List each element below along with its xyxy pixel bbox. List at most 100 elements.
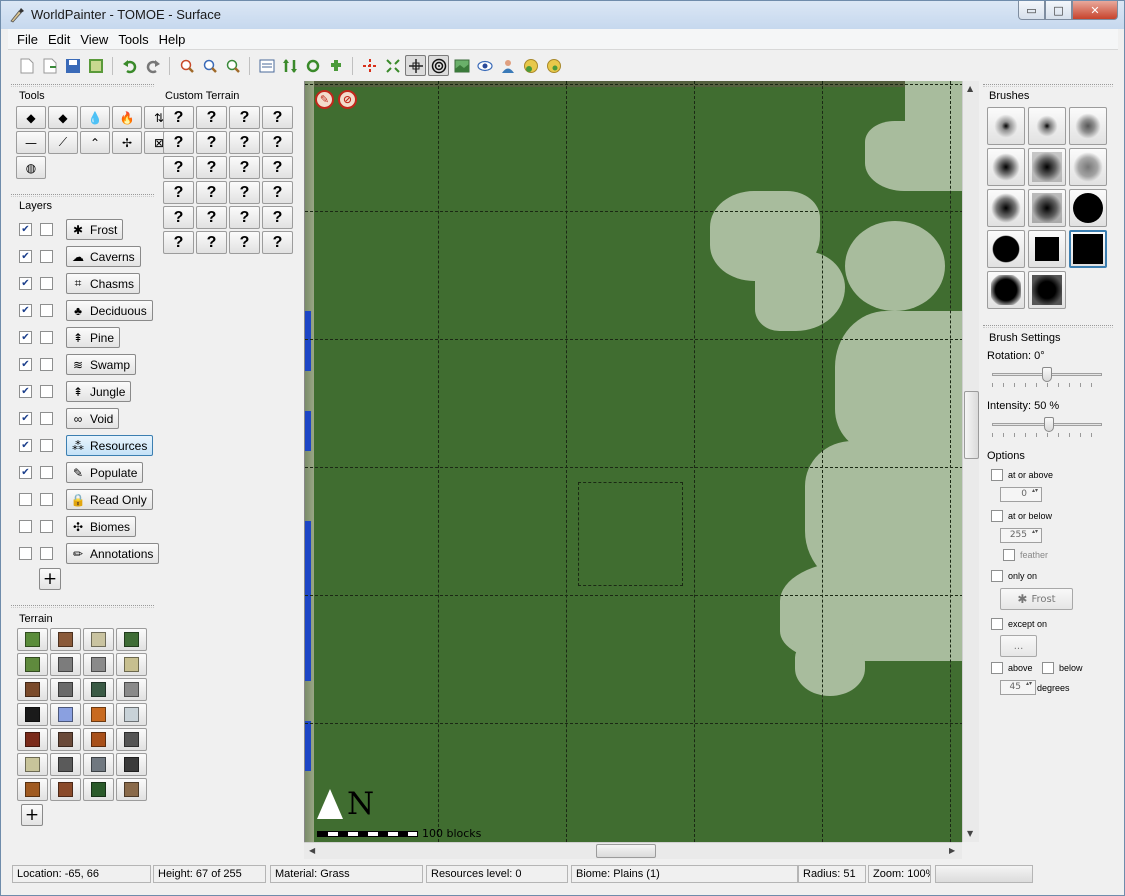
custom-terrain-button[interactable]: ? (262, 156, 293, 179)
custom-terrain-button[interactable]: ? (196, 156, 227, 179)
lava-tool-button[interactable]: 🔥 (112, 106, 142, 129)
layer-solo-checkbox[interactable] (40, 250, 53, 263)
custom-terrain-button[interactable]: ? (229, 131, 260, 154)
brush-circle-soft-edge[interactable] (987, 271, 1025, 309)
brush-square-large[interactable] (1028, 189, 1066, 227)
grid-icon[interactable] (405, 55, 426, 76)
layer-visible-checkbox[interactable]: ✔ (19, 250, 32, 263)
only-on-checkbox[interactable] (991, 570, 1003, 582)
layer-button[interactable]: 🔒 Read Only (66, 489, 153, 510)
menu-view[interactable]: View (75, 32, 113, 47)
degrees-spinner[interactable]: 45 (1000, 680, 1036, 695)
terrain-button[interactable] (83, 753, 114, 776)
layer-button[interactable]: ✎ Populate (66, 462, 144, 483)
text-tool-button[interactable]: ◍ (16, 156, 46, 179)
brush-square-hard-medium[interactable] (1028, 230, 1066, 268)
minimize-button[interactable]: ▭ (1018, 1, 1045, 20)
rotate-icon[interactable] (302, 55, 323, 76)
fit-icon[interactable] (382, 55, 403, 76)
custom-terrain-button[interactable]: ? (262, 131, 293, 154)
map-view[interactable]: ✎ ⊘ N 100 blocks (304, 81, 962, 842)
terrain-button[interactable] (50, 653, 81, 676)
maximize-button[interactable]: □ (1045, 1, 1072, 20)
custom-terrain-button[interactable]: ? (163, 131, 194, 154)
terrain-button[interactable] (116, 753, 147, 776)
at-or-above-checkbox[interactable] (991, 469, 1003, 481)
custom-terrain-button[interactable]: ? (262, 181, 293, 204)
zoom-in-icon[interactable] (199, 55, 220, 76)
custom-terrain-button[interactable]: ? (163, 106, 194, 129)
only-on-button[interactable]: ✱ Frost (1000, 588, 1073, 610)
redo-icon[interactable] (142, 55, 163, 76)
export-icon[interactable] (85, 55, 106, 76)
terrain-button[interactable] (116, 728, 147, 751)
layer-button[interactable]: ☁ Caverns (66, 246, 141, 267)
map-vertical-scrollbar[interactable]: ▲ ▼ (962, 81, 979, 842)
terrain-button[interactable] (50, 778, 81, 801)
brush-soft-small[interactable] (987, 107, 1025, 145)
add-layer-button[interactable]: + (39, 568, 61, 590)
terrain-button[interactable] (17, 728, 48, 751)
layer-visible-checkbox[interactable] (19, 520, 32, 533)
dimension-properties-icon[interactable] (256, 55, 277, 76)
close-button[interactable]: ✕ (1072, 1, 1118, 20)
brush-soft-medium[interactable] (987, 148, 1025, 186)
terrain-button[interactable] (50, 753, 81, 776)
terrain-button[interactable] (116, 778, 147, 801)
custom-terrain-button[interactable]: ? (229, 206, 260, 229)
brush-square-hard[interactable] (1069, 230, 1107, 268)
layer-solo-checkbox[interactable] (40, 520, 53, 533)
layer-solo-checkbox[interactable] (40, 385, 53, 398)
terrain-button[interactable] (116, 678, 147, 701)
map-horizontal-scrollbar[interactable]: ◀ ▶ (304, 842, 962, 859)
pencil-disabled-icon[interactable]: ✎ (315, 90, 334, 109)
layer-solo-checkbox[interactable] (40, 331, 53, 344)
layer-visible-checkbox[interactable]: ✔ (19, 331, 32, 344)
layer-visible-checkbox[interactable]: ✔ (19, 304, 32, 317)
image-overlay-icon[interactable] (451, 55, 472, 76)
menu-file[interactable]: File (12, 32, 43, 47)
terrain-button[interactable] (50, 703, 81, 726)
custom-terrain-button[interactable]: ? (229, 231, 260, 254)
slope-tool-button[interactable]: ⌃ (80, 131, 110, 154)
plugin-icon[interactable] (325, 55, 346, 76)
terrain-button[interactable] (17, 628, 48, 651)
layer-button[interactable]: ♣ Deciduous (66, 300, 153, 321)
lock-disabled-icon[interactable]: ⊘ (338, 90, 357, 109)
layer-button[interactable]: ✱ Frost (66, 219, 124, 240)
menu-edit[interactable]: Edit (43, 32, 75, 47)
terrain-button[interactable] (83, 728, 114, 751)
brush-circle-hard[interactable] (1069, 189, 1107, 227)
flatten-tool-button[interactable]: ⟋ (48, 131, 78, 154)
layer-button[interactable]: ✣ Biomes (66, 516, 137, 537)
layer-visible-checkbox[interactable] (19, 493, 32, 506)
lower-tool-button[interactable]: ◆ (48, 106, 78, 129)
layer-visible-checkbox[interactable]: ✔ (19, 277, 32, 290)
add-terrain-button[interactable]: + (21, 804, 43, 826)
smooth-tool-button[interactable]: — (16, 131, 46, 154)
zoom-reset-icon[interactable] (222, 55, 243, 76)
terrain-button[interactable] (116, 653, 147, 676)
brush-circle-hard-medium[interactable] (987, 230, 1025, 268)
layer-solo-checkbox[interactable] (40, 439, 53, 452)
new-world-icon[interactable] (16, 55, 37, 76)
terrain-button[interactable] (17, 678, 48, 701)
custom-terrain-button[interactable]: ? (196, 131, 227, 154)
intensity-slider[interactable] (992, 417, 1102, 437)
terrain-button[interactable] (17, 778, 48, 801)
layer-button[interactable]: ⁂ Resources (66, 435, 154, 456)
terrain-button[interactable] (17, 753, 48, 776)
undo-icon[interactable] (119, 55, 140, 76)
move-to-spawn-icon[interactable] (359, 55, 380, 76)
menu-help[interactable]: Help (154, 32, 191, 47)
rotation-slider[interactable] (992, 367, 1102, 387)
layer-visible-checkbox[interactable]: ✔ (19, 466, 32, 479)
scroll-up-icon[interactable]: ▲ (967, 84, 973, 93)
layer-button[interactable]: ✏ Annotations (66, 543, 160, 564)
feather-checkbox[interactable] (1003, 549, 1015, 561)
terrain-button[interactable] (50, 628, 81, 651)
except-on-checkbox[interactable] (991, 618, 1003, 630)
open-icon[interactable] (39, 55, 60, 76)
brush-star-small[interactable] (1025, 104, 1069, 148)
terrain-button[interactable] (83, 703, 114, 726)
